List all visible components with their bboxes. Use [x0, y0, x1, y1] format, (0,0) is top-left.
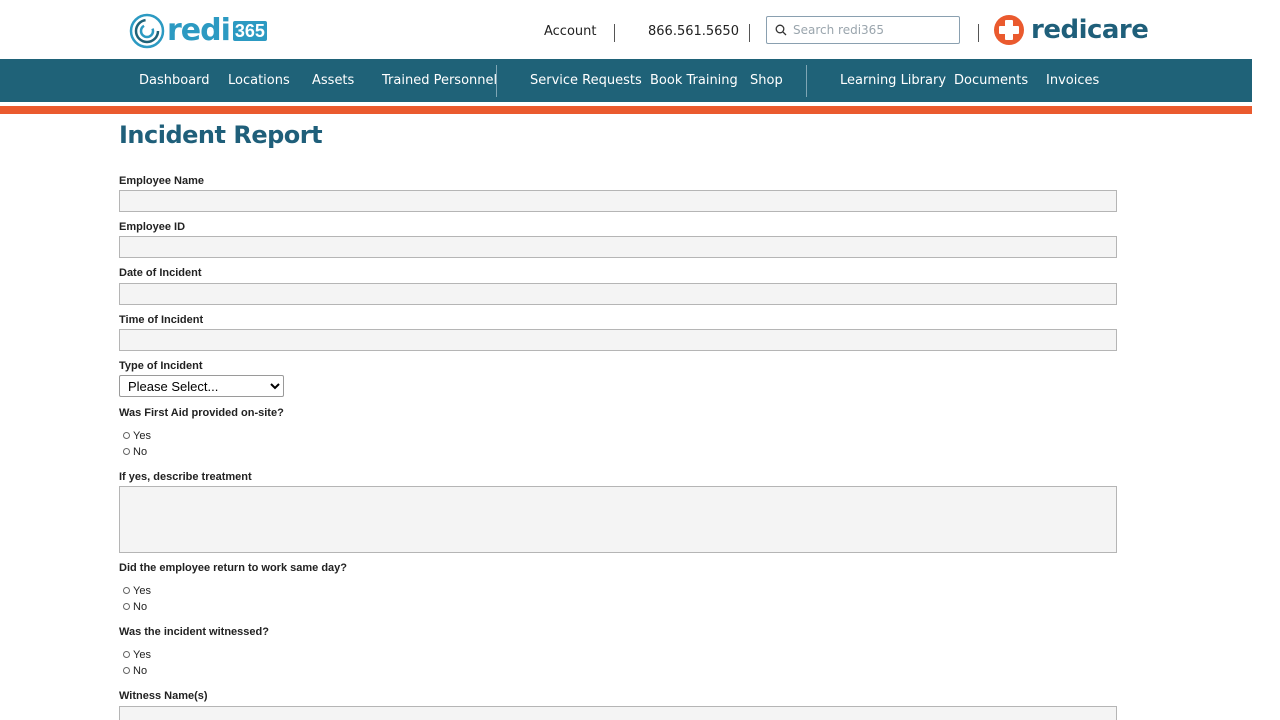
- logo-badge: 365: [232, 21, 267, 41]
- nav-divider: [806, 65, 807, 97]
- radio-label: Yes: [133, 584, 151, 597]
- employee-name-field[interactable]: [119, 190, 1117, 212]
- employee-name-label: Employee Name: [119, 175, 204, 187]
- witness-names-label: Witness Name(s): [119, 690, 208, 702]
- nav-book-training[interactable]: Book Training: [650, 59, 738, 102]
- return-no-option[interactable]: No: [123, 599, 147, 614]
- time-field[interactable]: [119, 329, 1117, 351]
- nav-documents[interactable]: Documents: [954, 59, 1028, 102]
- phone-number[interactable]: 866.561.5650: [648, 24, 739, 39]
- nav-service-requests[interactable]: Service Requests: [530, 59, 642, 102]
- account-link[interactable]: Account: [544, 24, 597, 39]
- swirl-logo-icon: [129, 13, 165, 49]
- radio-button[interactable]: [123, 448, 130, 455]
- nav-assets[interactable]: Assets: [312, 59, 354, 102]
- date-field[interactable]: [119, 283, 1117, 305]
- radio-button[interactable]: [123, 651, 130, 658]
- treatment-textarea[interactable]: [119, 486, 1117, 553]
- radio-button[interactable]: [123, 587, 130, 594]
- redicare-text: redicare: [1031, 15, 1149, 45]
- header-divider: [614, 24, 615, 42]
- witnessed-yes-option[interactable]: Yes: [123, 647, 151, 662]
- radio-button[interactable]: [123, 432, 130, 439]
- witnessed-no-option[interactable]: No: [123, 663, 147, 678]
- radio-label: Yes: [133, 429, 151, 442]
- page-title: Incident Report: [119, 121, 323, 149]
- first-aid-no-option[interactable]: No: [123, 444, 147, 459]
- header-divider: [749, 24, 750, 42]
- top-header: redi 365 Account 866.561.5650 redicare: [0, 0, 1252, 60]
- witnessed-label: Was the incident witnessed?: [119, 626, 269, 638]
- nav-dashboard[interactable]: Dashboard: [139, 59, 210, 102]
- employee-id-field[interactable]: [119, 236, 1117, 258]
- type-label: Type of Incident: [119, 360, 203, 372]
- date-label: Date of Incident: [119, 267, 202, 279]
- search-box[interactable]: [766, 16, 960, 44]
- logo-text: redi: [167, 13, 231, 48]
- incident-type-select[interactable]: Please Select...: [119, 375, 284, 397]
- return-yes-option[interactable]: Yes: [123, 583, 151, 598]
- radio-button[interactable]: [123, 667, 130, 674]
- nav-trained-personnel[interactable]: Trained Personnel: [382, 59, 497, 102]
- main-nav: Dashboard Locations Assets Trained Perso…: [0, 59, 1252, 102]
- radio-label: No: [133, 445, 148, 458]
- treatment-label: If yes, describe treatment: [119, 471, 252, 483]
- cross-logo-icon: [994, 15, 1024, 45]
- return-to-work-label: Did the employee return to work same day…: [119, 562, 348, 574]
- search-input[interactable]: [791, 22, 955, 38]
- radio-label: No: [133, 600, 148, 613]
- radio-button[interactable]: [123, 603, 130, 610]
- witness-names-field[interactable]: [119, 706, 1117, 720]
- accent-bar: [0, 106, 1252, 114]
- redi365-logo[interactable]: redi 365: [129, 13, 267, 49]
- nav-locations[interactable]: Locations: [228, 59, 290, 102]
- first-aid-label: Was First Aid provided on-site?: [119, 407, 284, 419]
- nav-shop[interactable]: Shop: [750, 59, 783, 102]
- first-aid-yes-option[interactable]: Yes: [123, 428, 151, 443]
- employee-id-label: Employee ID: [119, 221, 186, 233]
- nav-invoices[interactable]: Invoices: [1046, 59, 1099, 102]
- nav-learning-library[interactable]: Learning Library: [840, 59, 946, 102]
- search-icon: [775, 24, 787, 36]
- redicare-logo[interactable]: redicare: [993, 14, 1149, 46]
- radio-label: Yes: [133, 648, 151, 661]
- nav-divider: [496, 65, 497, 97]
- time-label: Time of Incident: [119, 314, 204, 326]
- header-divider: [978, 24, 979, 42]
- radio-label: No: [133, 664, 148, 677]
